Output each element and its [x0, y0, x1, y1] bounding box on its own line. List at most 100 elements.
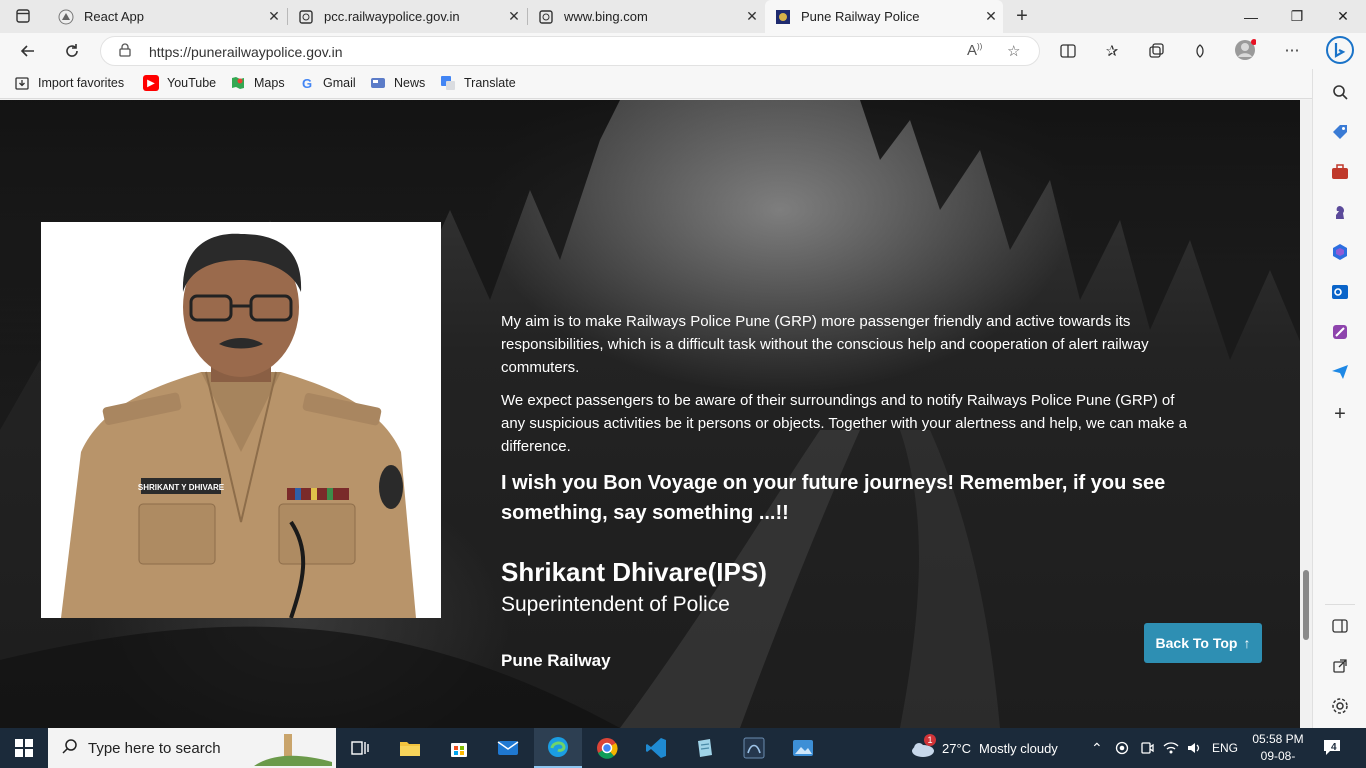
edge-browser-icon[interactable] — [534, 728, 582, 768]
message-paragraph: We expect passengers to be aware of thei… — [501, 392, 1187, 455]
notification-count: 4 — [1331, 742, 1337, 753]
photos-icon[interactable] — [779, 728, 827, 768]
favorite-translate[interactable]: Translate — [440, 75, 516, 91]
notification-center-icon[interactable]: 4 — [1322, 728, 1344, 768]
start-button[interactable] — [0, 728, 48, 768]
maps-icon — [230, 75, 246, 91]
notes-app-icon[interactable] — [681, 728, 729, 768]
refresh-icon — [66, 44, 78, 57]
microsoft-store-icon[interactable] — [435, 728, 483, 768]
favorite-label: YouTube — [167, 76, 217, 90]
maximize-button[interactable]: ❐ — [1274, 0, 1320, 33]
shopping-tag-icon[interactable] — [1329, 121, 1351, 143]
add-sidebar-app-icon[interactable]: + — [1329, 403, 1351, 425]
favorite-import[interactable]: Import favorites — [14, 75, 124, 91]
outlook-icon[interactable] — [1329, 281, 1351, 303]
back-arrow-icon — [20, 45, 34, 57]
import-icon — [14, 75, 30, 91]
mysql-workbench-icon[interactable] — [730, 728, 778, 768]
globe-favicon-icon — [538, 9, 554, 25]
location-icon[interactable] — [1115, 728, 1129, 768]
edge-sidebar: + — [1312, 69, 1366, 728]
tab-title: www.bing.com — [564, 9, 648, 24]
system-clock[interactable]: 05:58 PM 09-08-2023 — [1248, 731, 1308, 768]
tab-react-app[interactable]: React App ✕ — [48, 0, 286, 33]
show-hidden-icons-chevron-icon[interactable]: ⌃ — [1091, 728, 1103, 768]
taskbar-search-box[interactable]: Type here to search — [48, 728, 336, 768]
favorite-youtube[interactable]: ▶ YouTube — [143, 75, 216, 91]
vscode-icon[interactable] — [632, 728, 680, 768]
tab-actions-button[interactable] — [8, 5, 38, 27]
open-external-icon[interactable] — [1329, 655, 1351, 677]
meet-now-icon[interactable] — [1140, 728, 1154, 768]
favorites-icon[interactable]: ✰ — [1101, 40, 1123, 62]
favorite-gmail[interactable]: G Gmail — [299, 75, 356, 91]
favorite-label: News — [394, 76, 426, 90]
minimize-button[interactable]: — — [1228, 0, 1274, 33]
tab-pcc-railwaypolice[interactable]: pcc.railwaypolice.gov.in ✕ — [288, 0, 526, 33]
organization-name: Pune Railway — [501, 651, 611, 670]
send-paper-plane-icon[interactable] — [1329, 361, 1351, 383]
read-aloud-icon[interactable]: A)) — [967, 42, 982, 59]
clock-time: 05:58 PM — [1252, 732, 1304, 746]
task-view-icon[interactable] — [336, 728, 384, 768]
refresh-button[interactable] — [58, 38, 86, 64]
favorite-label: Translate — [464, 76, 516, 90]
search-icon — [62, 738, 78, 759]
sidebar-divider — [1325, 604, 1355, 605]
page-scrollbar[interactable] — [1300, 100, 1312, 728]
translate-icon — [440, 75, 456, 91]
weather-widget[interactable]: 1 27°C Mostly cloudy — [910, 728, 1058, 768]
volume-icon[interactable] — [1187, 728, 1203, 768]
tab-close-icon[interactable]: ✕ — [502, 8, 526, 25]
hide-sidebar-icon[interactable] — [1329, 615, 1351, 637]
input-language[interactable]: ENG — [1212, 728, 1238, 768]
search-placeholder: Type here to search — [88, 739, 221, 757]
tab-close-icon[interactable]: ✕ — [262, 8, 286, 25]
chrome-icon[interactable] — [583, 728, 631, 768]
microsoft-365-icon[interactable] — [1329, 241, 1351, 263]
tab-close-icon[interactable]: ✕ — [979, 8, 1003, 25]
favorite-label: Maps — [254, 76, 285, 90]
address-bar[interactable]: https://punerailwaypolice.gov.in A)) ☆ — [100, 36, 1040, 66]
close-window-button[interactable]: ✕ — [1320, 0, 1366, 33]
bing-copilot-icon[interactable] — [1326, 36, 1354, 64]
collections-icon[interactable] — [1145, 40, 1167, 62]
weather-temperature: 27°C — [942, 740, 972, 756]
tab-title: React App — [84, 9, 144, 24]
file-explorer-icon[interactable] — [386, 728, 434, 768]
games-chess-icon[interactable] — [1329, 201, 1351, 223]
settings-more-icon[interactable]: ⋯ — [1281, 39, 1303, 61]
url-text[interactable]: https://punerailwaypolice.gov.in — [149, 44, 343, 60]
browser-essentials-icon[interactable] — [1189, 40, 1211, 62]
mail-icon[interactable] — [484, 728, 532, 768]
favorite-news[interactable]: News — [370, 75, 425, 91]
tab-bing[interactable]: www.bing.com ✕ — [528, 0, 764, 33]
message-paragraph: My aim is to make Railways Police Pune (… — [501, 313, 1149, 376]
sidebar-settings-gear-icon[interactable] — [1329, 695, 1351, 717]
designer-icon[interactable] — [1329, 321, 1351, 343]
clock-date: 09-08-2023 — [1260, 749, 1296, 768]
navigation-bar: https://punerailwaypolice.gov.in A)) ☆ ✰… — [0, 33, 1366, 69]
back-button[interactable] — [14, 38, 42, 64]
back-to-top-label: Back To Top — [1155, 635, 1238, 651]
tools-briefcase-icon[interactable] — [1329, 161, 1351, 183]
wifi-icon[interactable] — [1163, 728, 1179, 768]
officer-designation: Superintendent of Police — [501, 593, 730, 616]
tab-close-icon[interactable]: ✕ — [740, 8, 764, 25]
police-emblem-favicon-icon — [775, 9, 791, 25]
profile-avatar[interactable] — [1234, 39, 1256, 61]
superintendent-message: My aim is to make Railways Police Pune (… — [501, 310, 1201, 528]
favorite-star-icon[interactable]: ☆ — [1007, 42, 1020, 60]
scrollbar-thumb[interactable] — [1303, 570, 1309, 640]
lock-icon — [119, 43, 131, 60]
favorite-maps[interactable]: Maps — [230, 75, 285, 91]
split-screen-icon[interactable] — [1057, 40, 1079, 62]
tab-pune-railway-police[interactable]: Pune Railway Police ✕ — [765, 0, 1003, 33]
search-icon[interactable] — [1329, 81, 1351, 103]
globe-favicon-icon — [298, 9, 314, 25]
new-tab-button[interactable]: + — [1010, 4, 1034, 28]
react-app-favicon-icon — [58, 9, 74, 25]
officer-portrait-image: SHRIKANT Y DHIVARE — [41, 222, 441, 618]
back-to-top-button[interactable]: Back To Top ↑ — [1144, 623, 1262, 663]
